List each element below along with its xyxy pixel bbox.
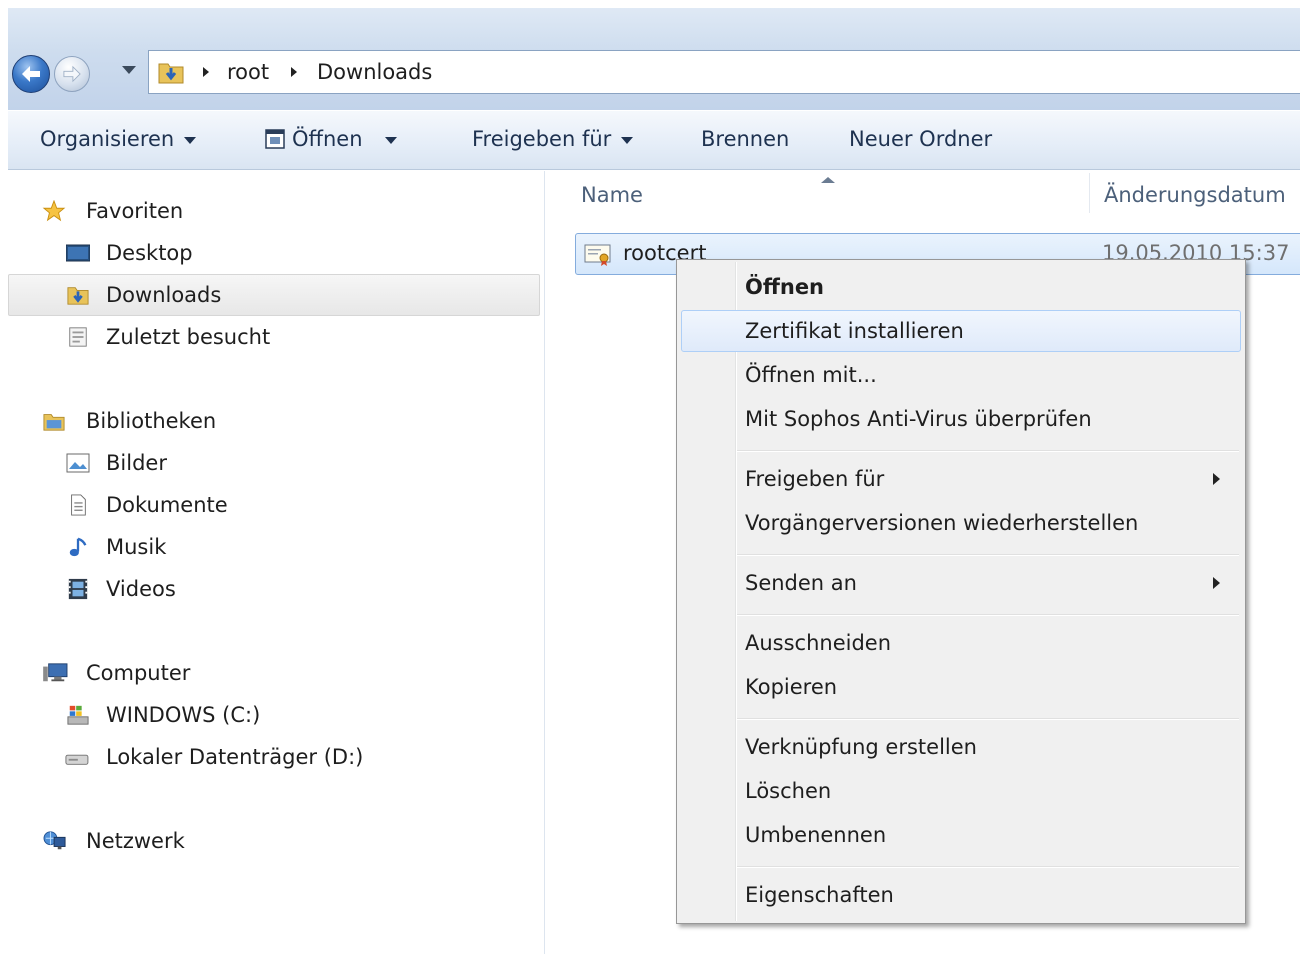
chevron-down-icon xyxy=(184,136,197,144)
nav-desktop-label: Desktop xyxy=(106,241,193,265)
submenu-arrow-icon xyxy=(1213,577,1220,589)
menu-item-rename-label: Umbenennen xyxy=(745,823,887,847)
nav-drive-c-label: WINDOWS (C:) xyxy=(106,703,261,727)
nav-drive-d-label: Lokaler Datenträger (D:) xyxy=(106,745,364,769)
menu-item-cut[interactable]: Ausschneiden xyxy=(681,622,1241,664)
menu-item-copy[interactable]: Kopieren xyxy=(681,666,1241,708)
organize-button[interactable]: Organisieren xyxy=(40,125,197,153)
menu-item-open-label: Öffnen xyxy=(745,275,825,299)
nav-videos-label: Videos xyxy=(106,577,176,601)
crumb-separator-icon[interactable] xyxy=(203,67,209,77)
new-folder-label: Neuer Ordner xyxy=(849,127,993,151)
column-divider[interactable] xyxy=(1089,173,1090,213)
menu-item-properties-label: Eigenschaften xyxy=(745,883,894,907)
nav-documents-label: Dokumente xyxy=(106,493,228,517)
menu-item-open-with[interactable]: Öffnen mit... xyxy=(681,354,1241,396)
nav-libraries-label: Bibliotheken xyxy=(86,409,217,433)
burn-button[interactable]: Brennen xyxy=(701,125,789,153)
back-arrow-icon xyxy=(22,66,40,82)
column-header-name[interactable]: Name xyxy=(581,183,643,207)
recent-places-icon xyxy=(69,327,87,347)
pictures-icon xyxy=(66,453,90,473)
menu-item-sophos-scan-label: Mit Sophos Anti-Virus überprüfen xyxy=(745,407,1092,431)
menu-item-delete[interactable]: Löschen xyxy=(681,770,1241,812)
computer-icon xyxy=(43,663,68,682)
menu-item-send-to-label: Senden an xyxy=(745,571,857,595)
menu-separator xyxy=(737,614,1239,616)
nav-downloads-label: Downloads xyxy=(106,283,222,307)
organize-label: Organisieren xyxy=(40,127,175,151)
menu-item-create-shortcut[interactable]: Verknüpfung erstellen xyxy=(681,726,1241,768)
forward-arrow-icon xyxy=(63,65,81,83)
command-bar: Organisieren Öffnen Freigeben für Brenne… xyxy=(8,110,1300,170)
certificate-icon xyxy=(584,244,611,266)
chevron-down-icon xyxy=(384,136,397,144)
menu-item-open-with-label: Öffnen mit... xyxy=(745,363,877,387)
documents-icon xyxy=(71,494,86,516)
menu-item-rename[interactable]: Umbenennen xyxy=(681,814,1241,856)
open-app-icon xyxy=(265,129,285,149)
submenu-arrow-icon xyxy=(1213,473,1220,485)
context-menu: Öffnen Zertifikat installieren Öffnen mi… xyxy=(676,259,1246,924)
nav-music-label: Musik xyxy=(106,535,167,559)
menu-item-cut-label: Ausschneiden xyxy=(745,631,892,655)
menu-separator xyxy=(737,866,1239,868)
menu-item-install-certificate-label: Zertifikat installieren xyxy=(745,319,964,343)
menu-item-create-shortcut-label: Verknüpfung erstellen xyxy=(745,735,977,759)
menu-item-sophos-scan[interactable]: Mit Sophos Anti-Virus überprüfen xyxy=(681,398,1241,440)
recent-pages-dropdown[interactable] xyxy=(122,66,136,74)
open-label: Öffnen xyxy=(292,127,363,151)
crumb-separator-icon[interactable] xyxy=(291,67,297,77)
menu-item-open[interactable]: Öffnen xyxy=(681,266,1241,308)
menu-item-send-to[interactable]: Senden an xyxy=(681,562,1241,604)
network-icon xyxy=(43,831,66,850)
menu-item-restore-versions-label: Vorgängerversionen wiederherstellen xyxy=(745,511,1139,535)
forward-button[interactable] xyxy=(54,56,90,92)
breadcrumb-root[interactable]: root xyxy=(227,59,269,85)
menu-item-share-label: Freigeben für xyxy=(745,467,885,491)
nav-favorites-label: Favoriten xyxy=(86,199,184,223)
menu-item-properties[interactable]: Eigenschaften xyxy=(681,874,1241,916)
menu-item-restore-versions[interactable]: Vorgängerversionen wiederherstellen xyxy=(681,502,1241,544)
menu-item-delete-label: Löschen xyxy=(745,779,832,803)
menu-item-share[interactable]: Freigeben für xyxy=(681,458,1241,500)
nav-pictures-label: Bilder xyxy=(106,451,167,475)
breadcrumb-downloads[interactable]: Downloads xyxy=(317,59,432,85)
music-note-icon xyxy=(69,537,87,557)
desktop-icon xyxy=(66,244,90,262)
hard-drive-icon xyxy=(65,754,89,765)
menu-separator xyxy=(737,718,1239,720)
navigation-pane: Favoriten Desktop Downloads Zuletzt besu… xyxy=(8,171,545,954)
libraries-icon xyxy=(43,414,65,431)
videos-icon xyxy=(68,578,88,600)
sort-ascending-icon xyxy=(821,177,835,183)
chevron-down-icon xyxy=(621,136,634,144)
menu-item-install-certificate[interactable]: Zertifikat installieren xyxy=(681,310,1241,352)
open-button[interactable]: Öffnen xyxy=(264,125,397,153)
back-button[interactable] xyxy=(12,55,50,93)
downloads-folder-icon xyxy=(67,287,89,305)
windows-drive-icon xyxy=(67,705,89,725)
address-box[interactable]: root Downloads xyxy=(148,50,1300,94)
share-button[interactable]: Freigeben für xyxy=(472,125,634,153)
share-label: Freigeben für xyxy=(472,127,612,151)
menu-separator xyxy=(737,450,1239,452)
nav-recent-label: Zuletzt besucht xyxy=(106,325,271,349)
nav-computer-label: Computer xyxy=(86,661,191,685)
menu-item-copy-label: Kopieren xyxy=(745,675,838,699)
menu-separator xyxy=(737,554,1239,556)
star-icon xyxy=(42,200,66,222)
burn-label: Brennen xyxy=(701,127,790,151)
column-header-date[interactable]: Änderungsdatum xyxy=(1104,183,1286,207)
new-folder-button[interactable]: Neuer Ordner xyxy=(849,125,992,153)
downloads-folder-icon xyxy=(158,63,184,84)
nav-network-label: Netzwerk xyxy=(86,829,185,853)
